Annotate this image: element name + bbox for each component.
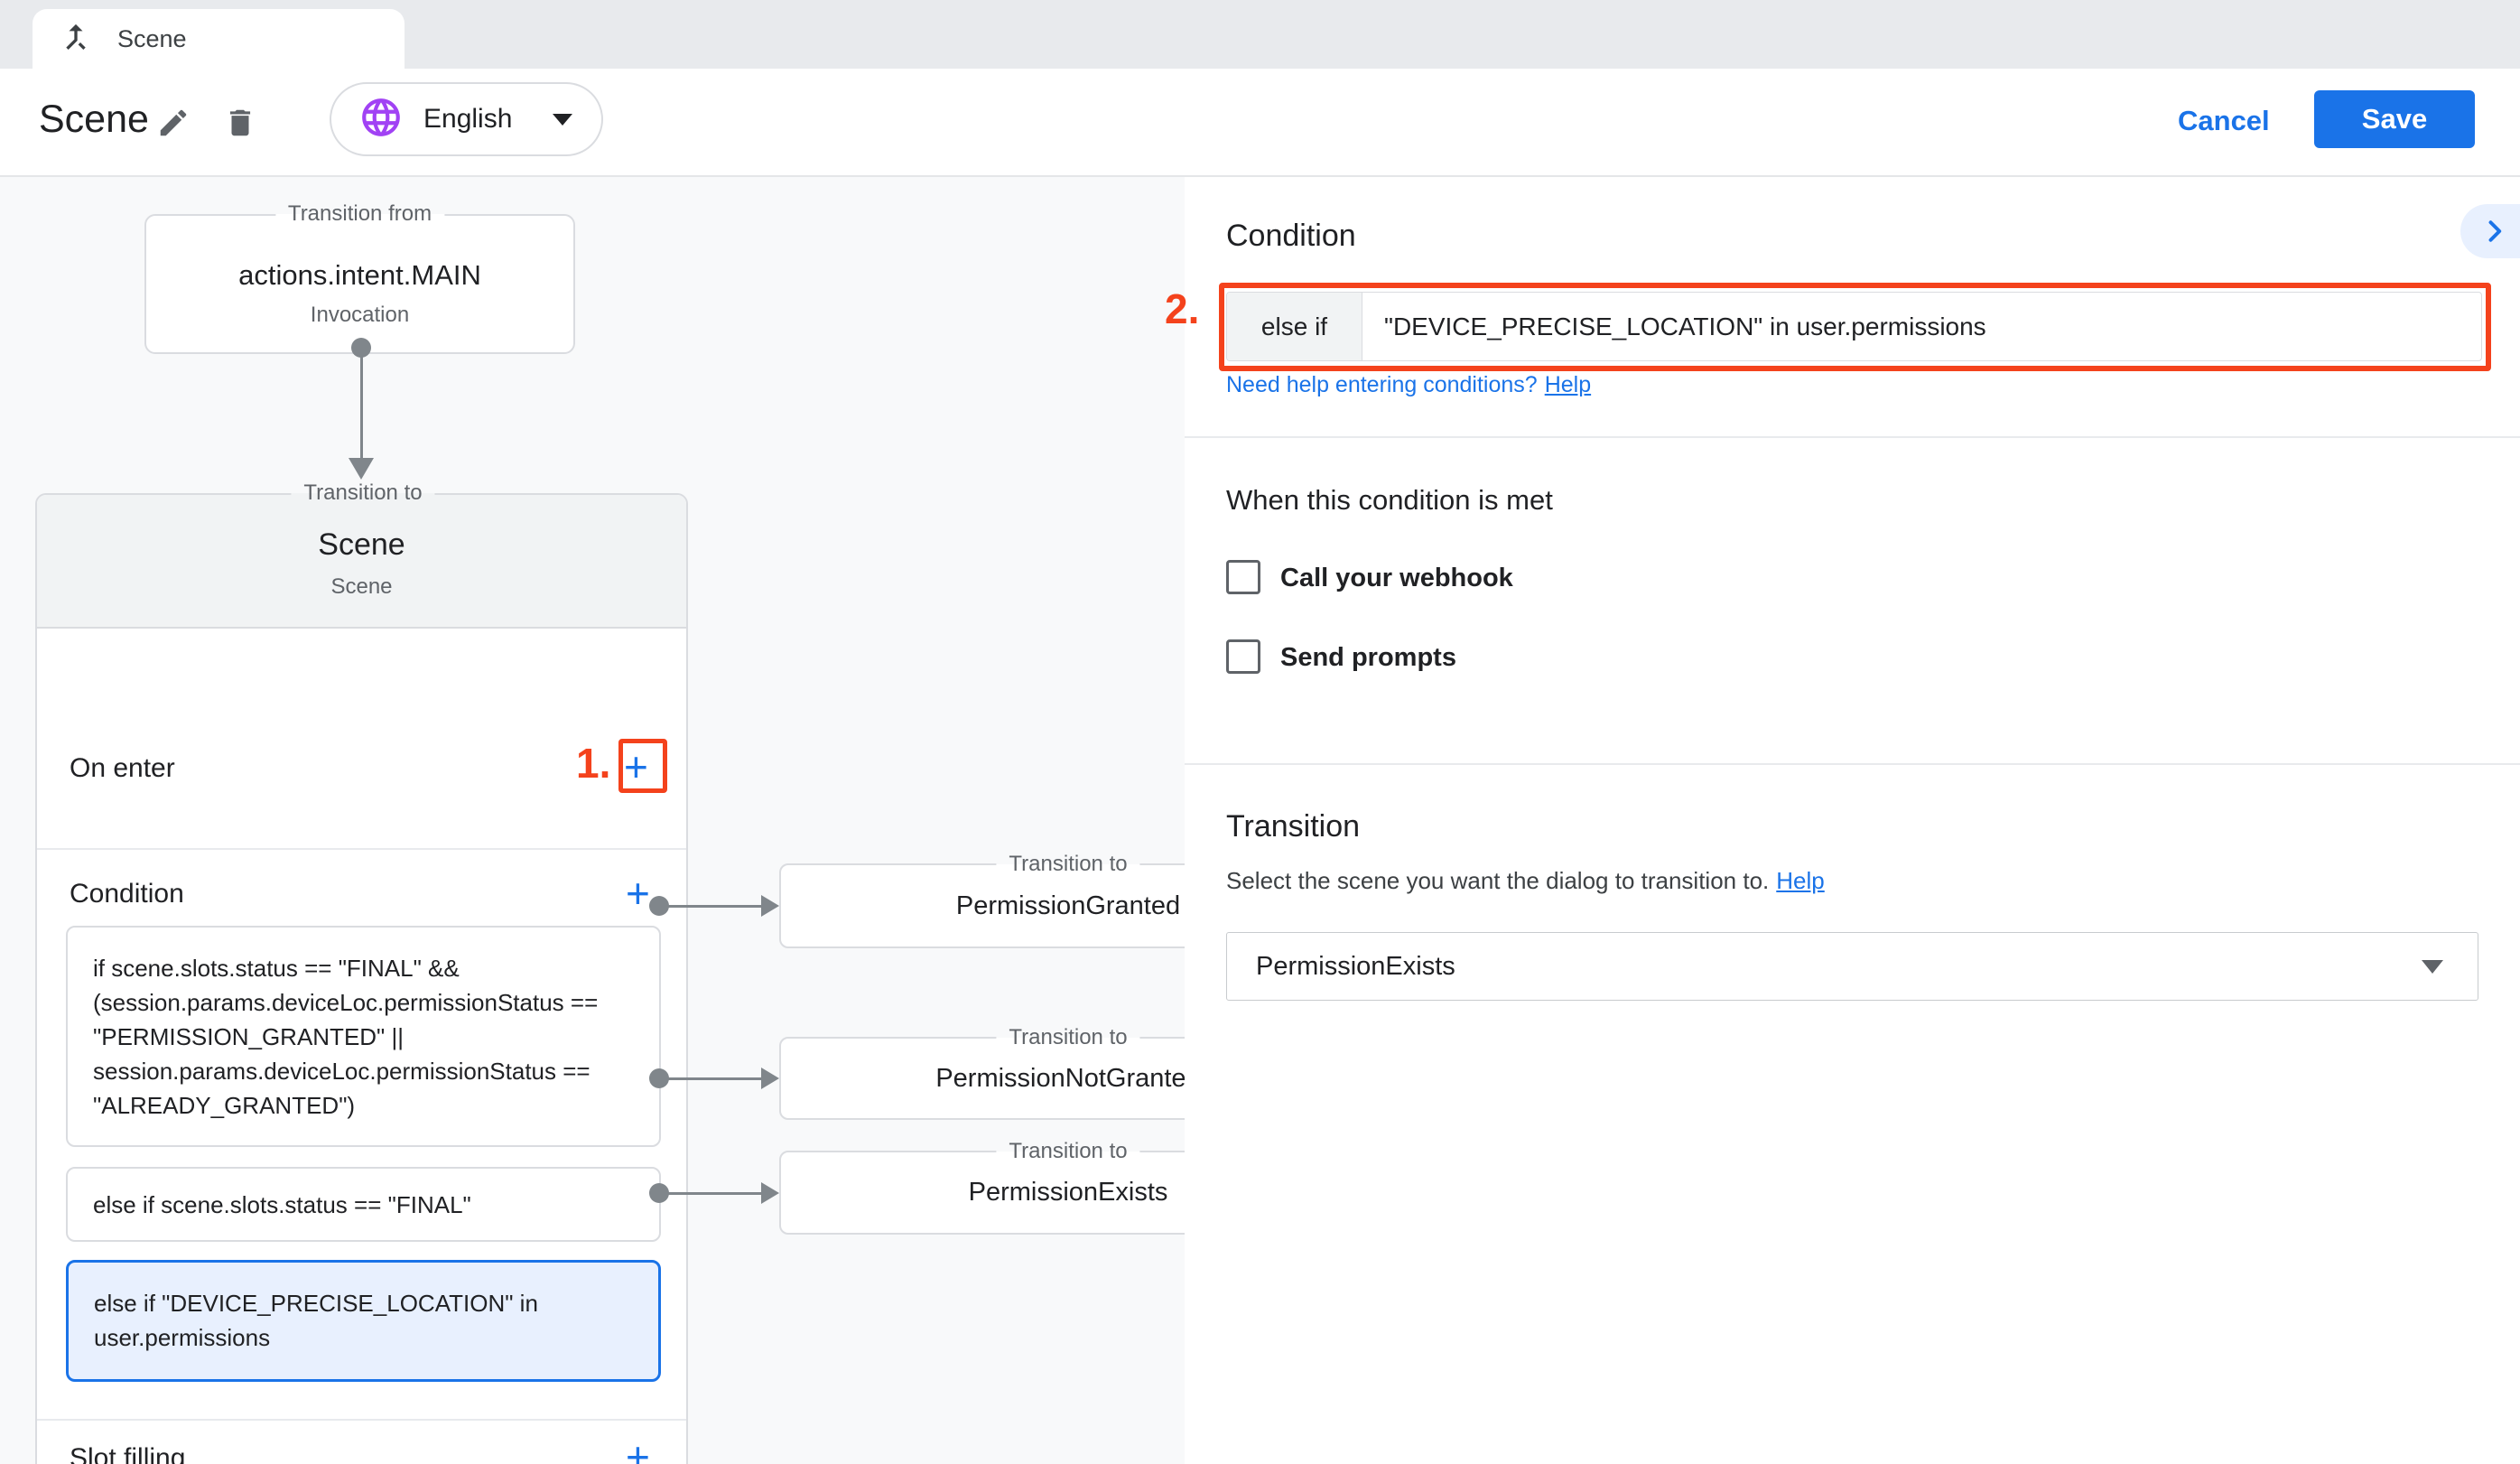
language-label: English — [423, 104, 512, 135]
trash-icon — [223, 106, 257, 140]
pencil-icon — [156, 106, 191, 140]
condition-item-3-selected[interactable]: else if "DEVICE_PRECISE_LOCATION" in use… — [66, 1260, 661, 1382]
divider — [37, 1419, 686, 1421]
collapse-panel-button[interactable] — [2460, 204, 2520, 258]
tab-scene[interactable]: Scene — [33, 9, 405, 69]
cancel-button[interactable]: Cancel — [2178, 105, 2270, 137]
save-button[interactable]: Save — [2314, 90, 2475, 148]
add-slot-button[interactable]: + — [626, 1436, 650, 1464]
dropdown-caret-icon — [2422, 960, 2443, 974]
condition-item-1[interactable]: if scene.slots.status == "FINAL" && (ses… — [66, 926, 661, 1147]
send-prompts-checkbox[interactable] — [1226, 639, 1260, 674]
scene-card-legend: Transition to — [291, 480, 434, 506]
connector-line — [664, 1192, 763, 1195]
divider — [37, 848, 686, 850]
target-legend: Transition to — [996, 1025, 1139, 1050]
chevron-down-icon — [553, 114, 572, 126]
add-on-enter-button[interactable]: + — [624, 746, 648, 788]
arrowhead-right-icon — [761, 1182, 779, 1204]
condition-prefix: else if — [1227, 293, 1362, 360]
condition-section-label: Condition — [70, 879, 184, 909]
condition-help-line: Need help entering conditions? Help — [1226, 372, 1591, 398]
target-legend: Transition to — [996, 1139, 1139, 1164]
target-name: PermissionNotGranted — [935, 1064, 1200, 1094]
target-name: PermissionGranted — [956, 891, 1180, 921]
scene-card: Transition to Scene Scene On enter + Con… — [35, 493, 688, 1464]
call-webhook-label: Call your webhook — [1280, 564, 1513, 593]
on-enter-label: On enter — [70, 753, 175, 784]
transition-from-node[interactable]: Transition from actions.intent.MAIN Invo… — [144, 214, 575, 354]
delete-scene-button[interactable] — [220, 103, 260, 143]
when-met-title: When this condition is met — [1226, 484, 1553, 517]
slot-filling-label: Slot filling — [70, 1443, 185, 1464]
language-selector[interactable]: English — [330, 82, 603, 156]
divider — [1185, 763, 2520, 765]
page-title: Scene — [39, 98, 149, 142]
chevron-right-icon — [2478, 215, 2511, 247]
condition-item-2[interactable]: else if scene.slots.status == "FINAL" — [66, 1167, 661, 1242]
condition-help-text: Need help entering conditions? — [1226, 372, 1538, 397]
arrowhead-down-icon — [349, 458, 374, 480]
transition-section-title: Transition — [1226, 809, 1360, 844]
target-legend: Transition to — [996, 852, 1139, 877]
condition-help-link[interactable]: Help — [1545, 372, 1591, 397]
condition-expression-row: else if "DEVICE_PRECISE_LOCATION" in use… — [1226, 292, 2482, 361]
transition-help-link[interactable]: Help — [1776, 867, 1824, 894]
annotation-step-2: 2. — [1165, 284, 1199, 333]
header: Scene English Cancel Save — [0, 69, 2520, 177]
scene-card-header: Scene Scene — [37, 495, 686, 629]
transition-from-intent: actions.intent.MAIN — [146, 259, 573, 292]
transition-scene-value: PermissionExists — [1256, 952, 1455, 982]
divider — [1185, 436, 2520, 438]
transition-description-text: Select the scene you want the dialog to … — [1226, 867, 1769, 894]
scene-merge-icon — [58, 19, 94, 60]
scene-card-title: Scene — [37, 527, 686, 563]
tab-strip: Scene — [0, 0, 2520, 69]
transition-from-legend: Transition from — [275, 201, 444, 227]
scene-card-subtitle: Scene — [37, 574, 686, 600]
target-name: PermissionExists — [969, 1178, 1168, 1208]
connector-line — [664, 1077, 763, 1080]
condition-details-panel: Condition else if "DEVICE_PRECISE_LOCATI… — [1185, 177, 2520, 1464]
connector-line — [664, 905, 763, 908]
transition-description: Select the scene you want the dialog to … — [1226, 867, 1825, 895]
transition-scene-dropdown[interactable]: PermissionExists — [1226, 932, 2478, 1001]
connector-line — [360, 354, 363, 458]
send-prompts-label: Send prompts — [1280, 643, 1456, 673]
tab-label: Scene — [117, 25, 187, 53]
condition-panel-title: Condition — [1226, 219, 1356, 254]
call-webhook-checkbox[interactable] — [1226, 560, 1260, 594]
transition-from-type: Invocation — [146, 303, 573, 328]
annotation-step-1: 1. — [576, 739, 610, 788]
globe-icon — [358, 95, 404, 145]
arrowhead-right-icon — [761, 1068, 779, 1089]
edit-scene-button[interactable] — [153, 103, 193, 143]
add-condition-button[interactable]: + — [626, 872, 650, 914]
arrowhead-right-icon — [761, 895, 779, 917]
condition-expression-input[interactable]: "DEVICE_PRECISE_LOCATION" in user.permis… — [1362, 293, 2481, 360]
